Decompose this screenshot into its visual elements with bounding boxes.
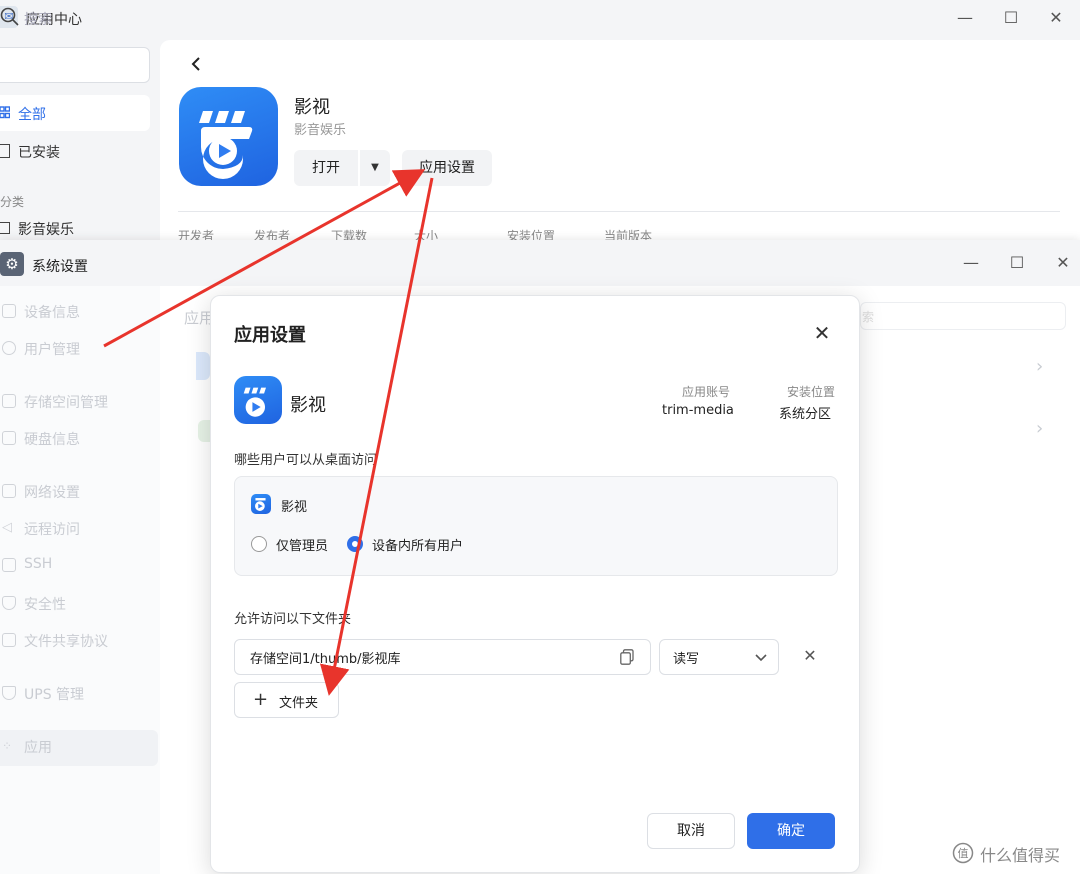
chevron-right-icon[interactable]: › [1036, 418, 1043, 439]
app-icon [179, 87, 278, 186]
watermark-text: 什么值得买 [980, 846, 1061, 865]
folder-path-value: 存储空间1/thumb/影视库 [250, 652, 401, 667]
dialog-title: 应用设置 [234, 325, 306, 346]
dialog-close-icon[interactable]: ✕ [810, 321, 834, 345]
search-icon [0, 7, 19, 26]
location-label: 安装位置 [787, 385, 836, 399]
video-camera-icon [0, 222, 10, 234]
permission-value: 读写 [673, 652, 700, 667]
svg-text:值: 值 [958, 847, 969, 860]
sidebar-item-device-info[interactable]: 设备信息 [24, 302, 80, 322]
desktop-access-label: 哪些用户可以从桌面访问 [234, 453, 378, 468]
folder-access-label: 允许访问以下文件夹 [234, 612, 352, 627]
sidebar-item-disk-info[interactable]: 硬盘信息 [24, 429, 80, 449]
copy-icon[interactable] [620, 649, 634, 665]
sidebar-item-file-sharing[interactable]: 文件共享协议 [24, 631, 108, 651]
caret-down-icon: ▼ [371, 162, 379, 173]
disk-icon [2, 431, 16, 445]
small-app-icon [251, 494, 271, 514]
app-settings-button[interactable]: 应用设置 [402, 150, 492, 186]
add-folder-label: 文件夹 [279, 696, 319, 711]
access-app-name: 影视 [281, 500, 308, 515]
settings-sidebar [0, 286, 160, 874]
film-play-icon [243, 387, 266, 417]
sidebar-item-label: 全部 [18, 107, 46, 123]
account-label: 应用账号 [682, 385, 731, 399]
category-heading: 分类 [0, 195, 25, 209]
file-share-icon [2, 633, 16, 647]
sidebar-item-apps[interactable]: 应用 [24, 737, 52, 757]
sidebar-item-storage[interactable]: 存储空间管理 [24, 392, 108, 412]
close-icon[interactable]: ✕ [1050, 250, 1076, 276]
cancel-button[interactable]: 取消 [647, 813, 735, 849]
grid-icon [0, 106, 10, 119]
sidebar-item-ssh[interactable]: SSH [24, 556, 52, 572]
terminal-icon [2, 558, 16, 572]
sidebar-item-remote-access[interactable]: 远程访问 [24, 519, 80, 539]
back-arrow-icon[interactable] [188, 55, 206, 73]
ups-shield-icon [2, 686, 16, 700]
apps-grid-icon: ⁘ [2, 739, 13, 753]
send-icon: ◁ [2, 520, 12, 535]
system-settings-title: 系统设置 [32, 259, 88, 275]
app-center-titlebar [0, 0, 1080, 36]
account-value: trim-media [662, 403, 734, 418]
confirm-button[interactable]: 确定 [747, 813, 835, 849]
settings-search-input[interactable] [860, 302, 1066, 330]
gear-icon: ⚙ [0, 252, 24, 276]
sidebar-item-network[interactable]: 网络设置 [24, 482, 80, 502]
app-row-icon [198, 420, 210, 442]
search-placeholder: 搜索 [24, 12, 52, 28]
app-detail-panel [160, 40, 1080, 240]
user-icon [2, 341, 16, 355]
sidebar-item-user-management[interactable]: 用户管理 [24, 339, 80, 359]
open-button[interactable]: 打开 [294, 150, 358, 186]
installed-icon [0, 144, 10, 158]
app-category: 影音娱乐 [294, 123, 347, 138]
system-settings-titlebar [0, 240, 1080, 286]
desktop-access-box [234, 476, 838, 576]
sidebar-item-installed[interactable]: 已安装 [18, 142, 60, 162]
film-play-icon [255, 498, 266, 511]
app-name: 影视 [294, 97, 330, 118]
close-icon[interactable]: ✕ [1043, 5, 1069, 31]
film-play-icon [199, 111, 253, 179]
divider [178, 211, 1060, 212]
radio-all-users[interactable] [347, 536, 363, 552]
dialog-app-name: 影视 [290, 395, 326, 416]
open-dropdown-button[interactable]: ▼ [360, 150, 390, 186]
device-info-icon [2, 304, 16, 318]
minimize-icon[interactable]: — [958, 250, 984, 276]
sidebar-item-all[interactable]: 全部 [0, 95, 150, 131]
radio-admin-only-label: 仅管理员 [276, 539, 329, 554]
app-settings-dialog [210, 295, 860, 873]
settings-search-placeholder: 索 [862, 310, 875, 324]
shield-icon [2, 596, 16, 610]
search-input[interactable] [0, 47, 150, 83]
watermark-logo-icon: 值 [952, 842, 974, 864]
chevron-right-icon[interactable]: › [1036, 356, 1043, 377]
chevron-down-icon [755, 654, 767, 662]
plus-icon: + [253, 689, 269, 710]
radio-all-users-label: 设备内所有用户 [372, 539, 464, 554]
minimize-icon[interactable]: — [952, 5, 978, 31]
app-row-icon [196, 352, 210, 380]
remove-folder-icon[interactable]: ✕ [800, 646, 820, 666]
maximize-icon[interactable]: ☐ [998, 5, 1024, 31]
dialog-app-icon [234, 376, 282, 424]
network-icon [2, 484, 16, 498]
location-value: 系统分区 [779, 407, 832, 422]
sidebar-item-security[interactable]: 安全性 [24, 594, 66, 614]
storage-icon [2, 394, 16, 408]
maximize-icon[interactable]: ☐ [1004, 250, 1030, 276]
radio-admin-only[interactable] [251, 536, 267, 552]
sidebar-item-av-entertainment[interactable]: 影音娱乐 [18, 219, 74, 239]
sidebar-item-ups[interactable]: UPS 管理 [24, 684, 84, 704]
